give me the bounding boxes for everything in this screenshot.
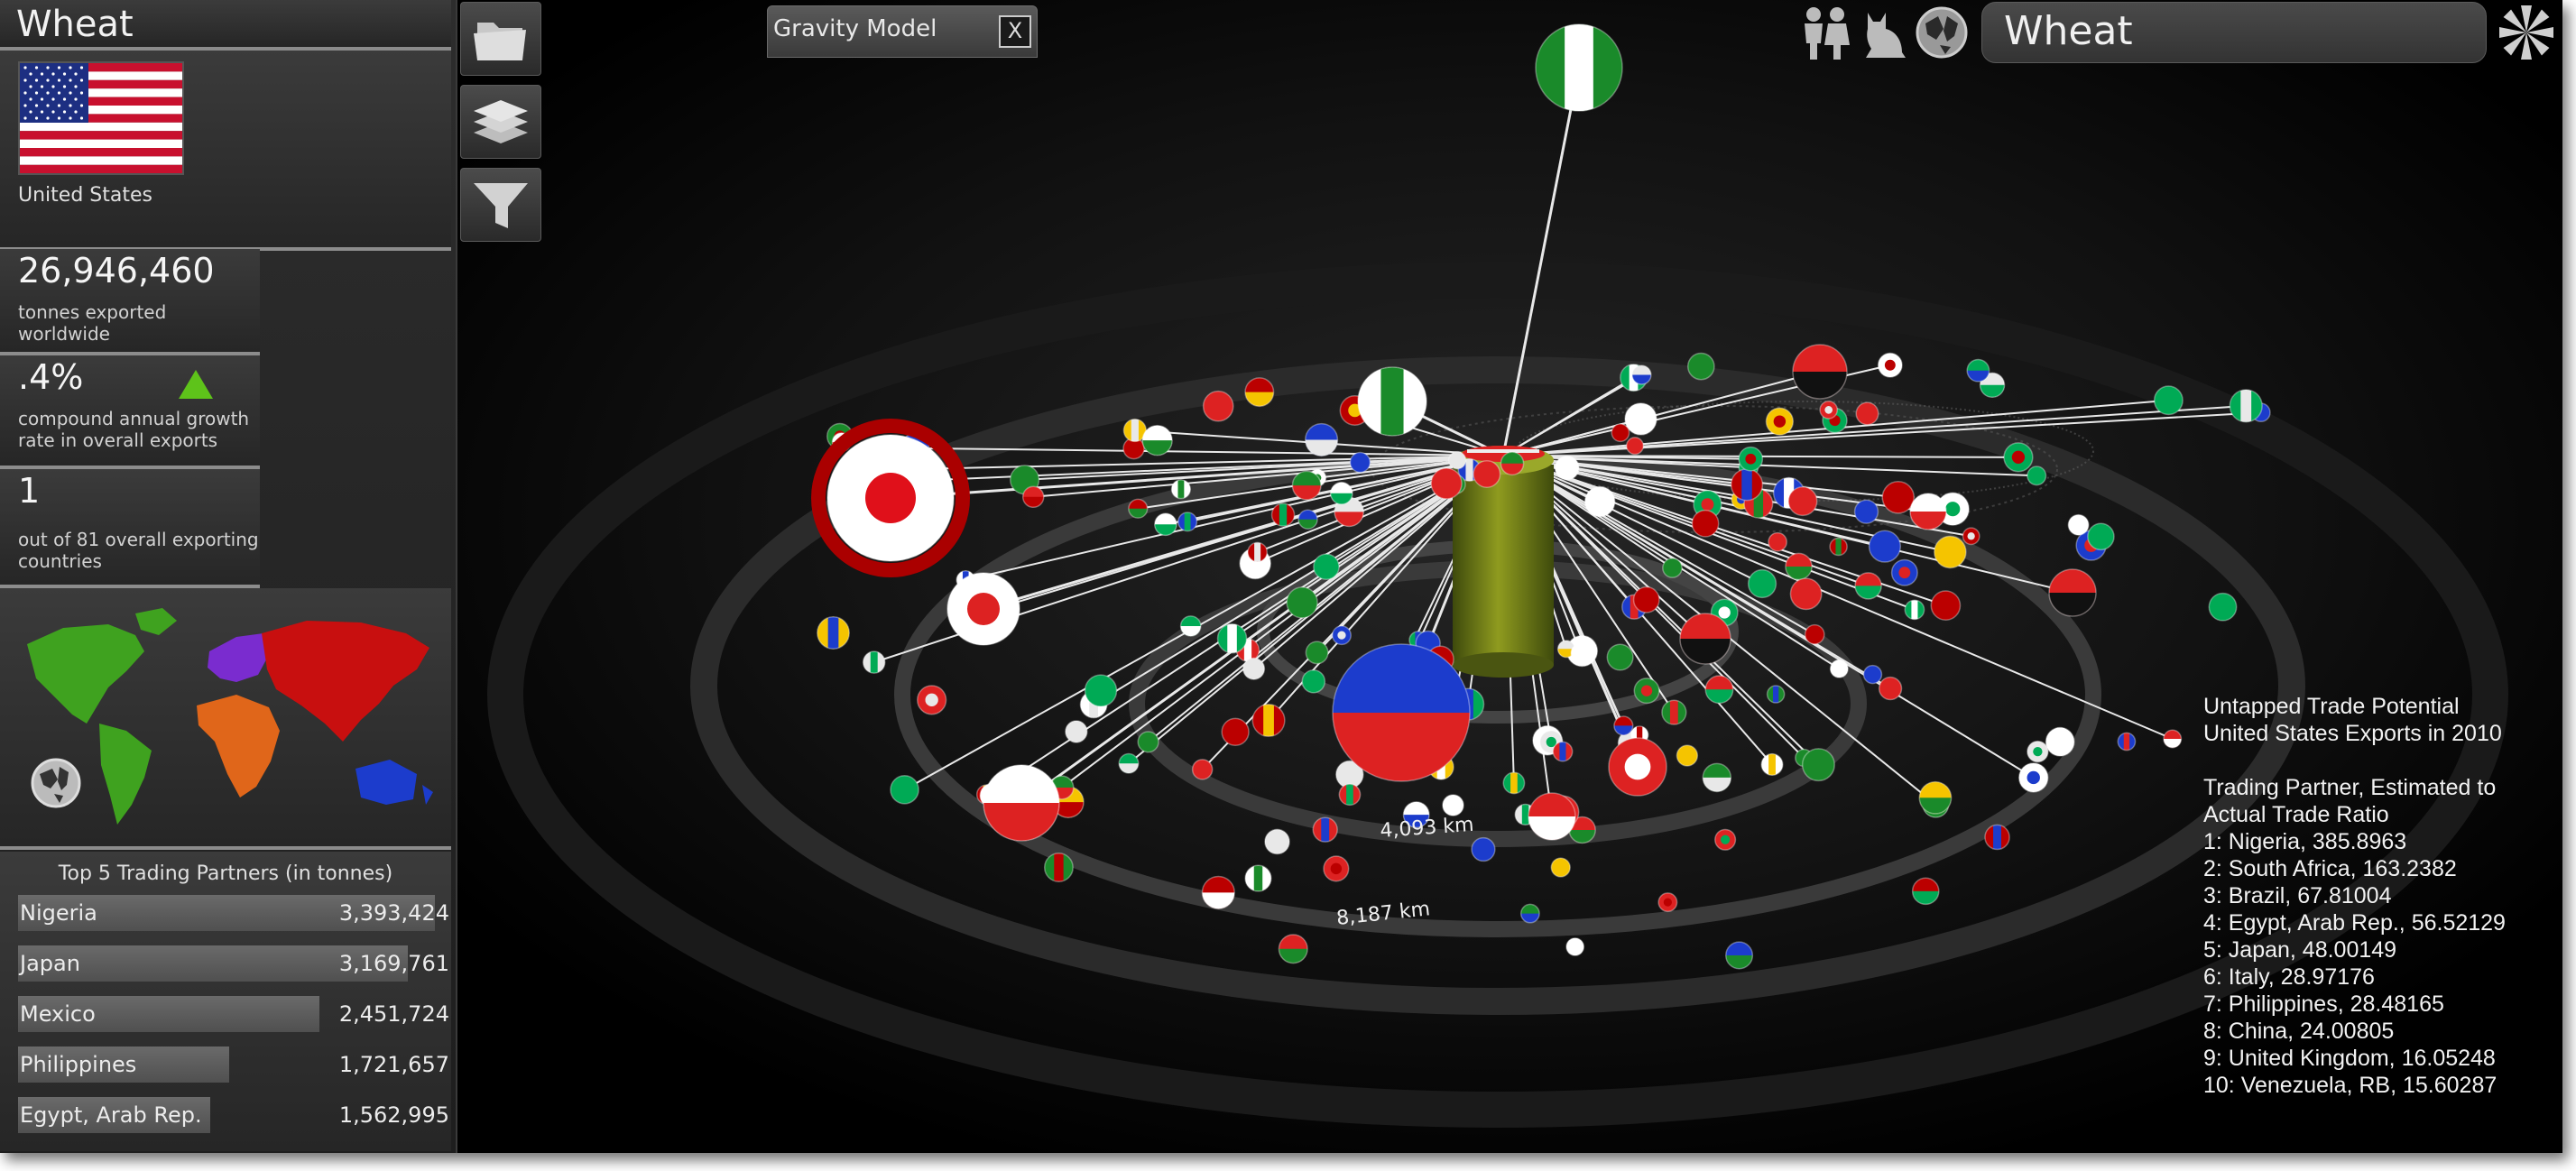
product-search-input[interactable]: Wheat (1981, 2, 2487, 63)
country-name: United States (18, 184, 152, 207)
info-rank: 10: Venezuela, RB, 15.60287 (2203, 1073, 2498, 1098)
info-rank: 2: South Africa, 163.2382 (2203, 856, 2457, 881)
partner-row[interactable]: Japan 3,169,761 (18, 945, 451, 982)
folder-icon (474, 23, 526, 60)
info-column-label: Actual Trade Ratio (2203, 802, 2389, 827)
partner-name: Egypt, Arab Rep. (20, 1102, 202, 1128)
partner-row[interactable]: Egypt, Arab Rep. 1,562,995 (18, 1097, 451, 1133)
stat-rank: 1 out of 81 overall exporting countries (0, 469, 260, 588)
info-rank: 3: Brazil, 67.81004 (2203, 883, 2392, 908)
partner-row[interactable]: Philippines 1,721,657 (18, 1047, 451, 1083)
info-column-label: Trading Partner, Estimated to (2203, 775, 2497, 800)
partner-value: 2,451,724 (338, 1001, 449, 1027)
gravity-model-tab[interactable]: Gravity Model X (767, 5, 1038, 58)
people-icon[interactable] (1797, 4, 1853, 61)
country-panel: United States (0, 51, 451, 251)
info-heading: Untapped Trade Potential (2203, 694, 2460, 719)
cat-icon[interactable] (1859, 4, 1909, 61)
app-window: 4,093 km 8,187 km Wheat United States 26… (0, 0, 2562, 1153)
tab-title: Gravity Model (773, 15, 937, 42)
sidebar: Wheat United States 26,946,460 tonnes ex… (0, 0, 457, 1153)
stat-label: tonnes exported worldwide (18, 301, 167, 345)
top-partners-panel: Top 5 Trading Partners (in tonnes) Niger… (0, 852, 451, 1151)
open-folder-button[interactable] (460, 2, 541, 76)
untapped-trade-info: Untapped Trade Potential United States E… (2203, 693, 2506, 1099)
info-rank: 7: Philippines, 28.48165 (2203, 991, 2444, 1017)
partner-value: 3,169,761 (338, 951, 449, 976)
info-subheading: United States Exports in 2010 (2203, 721, 2502, 746)
stat-total-exports: 26,946,460 tonnes exported worldwide (0, 249, 260, 355)
partner-name: Philippines (20, 1052, 137, 1077)
info-rank: 1: Nigeria, 385.8963 (2203, 829, 2407, 854)
filter-icon (474, 183, 528, 228)
us-flag-icon (18, 61, 184, 175)
partner-name: Mexico (20, 1001, 96, 1027)
partner-name: Nigeria (20, 900, 97, 926)
partner-value: 3,393,424 (338, 900, 449, 926)
partner-value: 1,721,657 (338, 1052, 449, 1077)
stat-value: 26,946,460 (18, 251, 215, 290)
search-value: Wheat (2004, 8, 2133, 54)
stat-value: 1 (18, 471, 41, 511)
stat-growth-rate: .4% compound annual growth rate in overa… (0, 355, 260, 469)
partner-name: Japan (20, 951, 80, 976)
filter-button[interactable] (460, 168, 541, 242)
stat-value: .4% (18, 357, 84, 397)
top-partners-title: Top 5 Trading Partners (in tonnes) (58, 862, 393, 885)
partner-row[interactable]: Nigeria 3,393,424 (18, 895, 451, 931)
globe-icon[interactable] (27, 754, 85, 812)
fan-icon[interactable] (2498, 2, 2555, 65)
info-rank: 4: Egypt, Arab Rep., 56.52129 (2203, 910, 2506, 936)
partner-value: 1,562,995 (338, 1102, 449, 1128)
stat-label: out of 81 overall exporting countries (18, 529, 259, 572)
info-rank: 6: Italy, 28.97176 (2203, 964, 2375, 990)
world-map-panel[interactable] (0, 588, 451, 850)
stat-label: compound annual growth rate in overall e… (18, 408, 250, 451)
layers-button[interactable] (460, 85, 541, 159)
product-title: Wheat (16, 4, 134, 45)
growth-up-icon (179, 370, 213, 399)
product-title-bar: Wheat (0, 0, 451, 51)
close-tab-button[interactable]: X (999, 15, 1031, 48)
info-rank: 8: China, 24.00805 (2203, 1019, 2395, 1044)
globe-icon[interactable] (1913, 4, 1971, 61)
layers-icon (474, 100, 528, 143)
info-rank: 9: United Kingdom, 16.05248 (2203, 1046, 2496, 1071)
partner-row[interactable]: Mexico 2,451,724 (18, 996, 451, 1032)
info-rank: 5: Japan, 48.00149 (2203, 937, 2397, 963)
